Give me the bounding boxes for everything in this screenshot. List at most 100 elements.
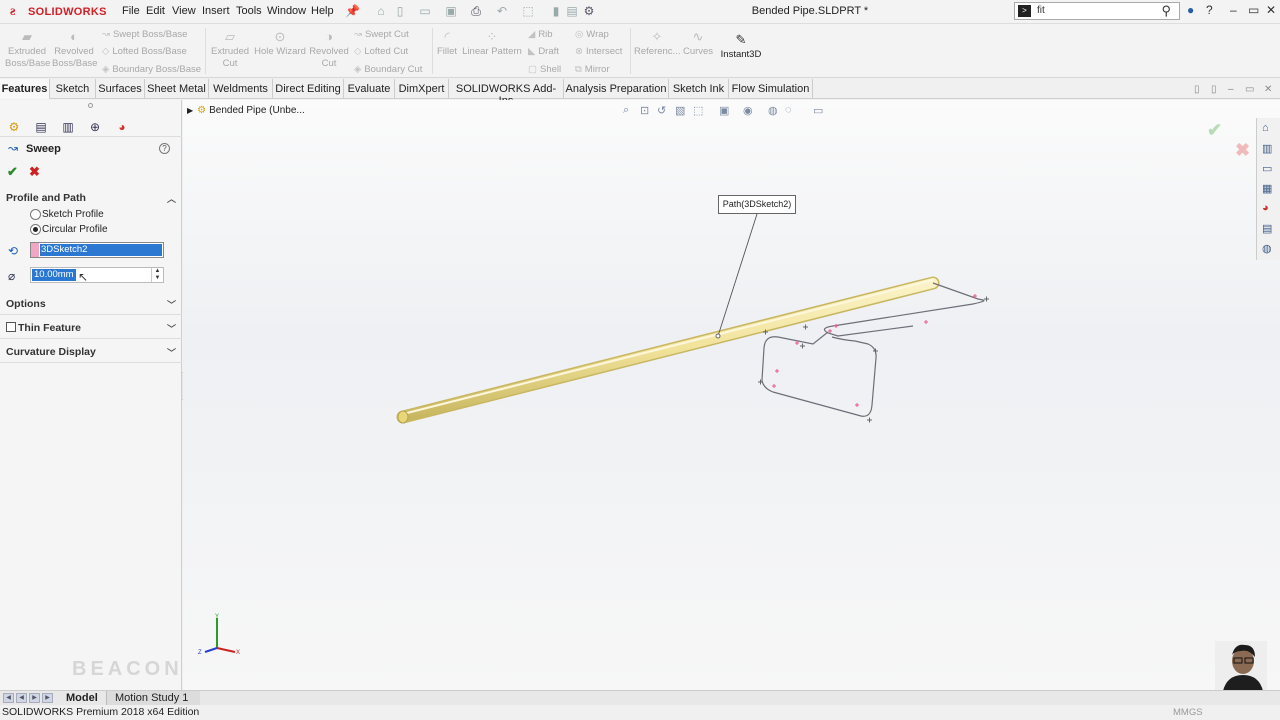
revolved-boss-button[interactable]: ◐ Revolved Boss/Base	[52, 30, 97, 70]
file-explorer-icon[interactable]: ▭	[1262, 162, 1272, 175]
sketch-path-3dsketch2[interactable]	[717, 213, 985, 417]
curvature-display-group-header[interactable]: Curvature Display ﹀	[6, 346, 176, 358]
menu-tools[interactable]: Tools	[236, 5, 262, 17]
extruded-cut-button[interactable]: ▱ Extruded Cut	[208, 30, 252, 70]
menu-file[interactable]: File	[122, 5, 140, 17]
view-palette-icon[interactable]: ▦	[1262, 182, 1272, 195]
tab-weldments[interactable]: Weldments	[209, 79, 273, 99]
prev-tab-nav-icon[interactable]: ◀	[16, 693, 27, 703]
save-icon[interactable]: ▣	[444, 4, 458, 18]
home-icon[interactable]: ⌂	[374, 4, 388, 18]
feature-manager-icon[interactable]: ⚙	[6, 119, 22, 135]
tab-model[interactable]: Model	[66, 691, 98, 706]
print-icon[interactable]: ⎙	[469, 4, 483, 18]
configuration-manager-icon[interactable]: ▥	[60, 119, 76, 135]
viewport-minimize-icon[interactable]: –	[1228, 84, 1234, 95]
file-props-icon[interactable]: ▤	[565, 4, 579, 18]
search-icon[interactable]: ⚲	[1161, 3, 1171, 19]
tab-sheet-metal[interactable]: Sheet Metal	[145, 79, 209, 99]
last-tab-nav-icon[interactable]: ▶	[42, 693, 53, 703]
revolved-cut-button[interactable]: ◑ Revolved Cut	[307, 30, 351, 70]
reference-geometry-button[interactable]: ✧ Referenc...	[634, 30, 680, 58]
graphics-area[interactable]: ▶ ⚙ Bended Pipe (Unbe... ⌕ ⊡ ↺ ▧ ⬚ ▣ ◉ ◍ ◌…	[183, 100, 1280, 690]
path-callout[interactable]: Path(3DSketch2)	[718, 195, 796, 214]
tab-direct-editing[interactable]: Direct Editing	[273, 79, 344, 99]
menu-view[interactable]: View	[172, 5, 196, 17]
tab-solidworks-addins[interactable]: SOLIDWORKS Add-Ins	[449, 79, 564, 107]
draft-button[interactable]: ◣ Draft	[528, 46, 559, 57]
search-box[interactable]: > fit ⚲	[1014, 2, 1180, 20]
help-icon[interactable]: ?	[159, 143, 170, 154]
next-tab-nav-icon[interactable]: ▶	[29, 693, 40, 703]
circular-profile-radio[interactable]	[30, 224, 41, 235]
help-icon[interactable]: ?	[1206, 3, 1213, 17]
tab-surfaces[interactable]: Surfaces	[96, 79, 145, 99]
minimize-icon[interactable]: –	[1230, 3, 1237, 17]
appearances-icon[interactable]: ◕	[1262, 202, 1269, 214]
restore-icon[interactable]: ▭	[1248, 3, 1259, 17]
property-manager-icon[interactable]: ▤	[33, 119, 49, 135]
display-manager-icon[interactable]: ◕	[114, 119, 130, 135]
undo-icon[interactable]: ↶	[495, 4, 509, 18]
profile-and-path-group-header[interactable]: Profile and Path ︿	[6, 192, 176, 204]
boundary-boss-button[interactable]: ◈ Boundary Boss/Base	[102, 64, 201, 75]
rib-button[interactable]: ◢ Rib	[528, 29, 553, 40]
new-icon[interactable]: ▯	[393, 4, 407, 18]
tab-flow-simulation[interactable]: Flow Simulation	[729, 79, 813, 99]
menu-help[interactable]: Help	[311, 5, 334, 17]
intersect-button[interactable]: ⊗ Intersect	[575, 46, 622, 57]
pin-icon[interactable]: 📌	[345, 4, 360, 18]
close-icon[interactable]: ✕	[1266, 3, 1276, 17]
ok-checkmark-button[interactable]: ✔	[7, 164, 18, 180]
swept-cut-button[interactable]: ↝ Swept Cut	[354, 29, 409, 40]
unit-system-status[interactable]: MMGS	[1173, 707, 1203, 718]
viewport-restore-icon[interactable]: ▭	[1245, 84, 1254, 95]
thin-feature-checkbox[interactable]	[6, 322, 16, 332]
options-group-header[interactable]: Options ﹀	[6, 298, 176, 310]
tab-sketch[interactable]: Sketch	[50, 79, 96, 99]
wrap-button[interactable]: ◎ Wrap	[575, 29, 609, 40]
hole-wizard-button[interactable]: ⊙ Hole Wizard	[254, 30, 306, 58]
solidworks-logo[interactable]: ƨ SOLIDWORKS	[6, 3, 106, 21]
tab-evaluate[interactable]: Evaluate	[344, 79, 395, 99]
solidworks-forum-icon[interactable]: ◍	[1262, 242, 1272, 255]
boundary-cut-button[interactable]: ◈ Boundary Cut	[354, 64, 422, 75]
path-selection-field[interactable]: 3DSketch2	[30, 242, 164, 258]
rebuild-icon[interactable]: ▮	[549, 4, 563, 18]
menu-edit[interactable]: Edit	[146, 5, 165, 17]
sketch-profile-radio[interactable]	[30, 209, 41, 220]
viewport-close-icon[interactable]: ✕	[1264, 84, 1272, 95]
fillet-button[interactable]: ◜ Fillet	[433, 30, 461, 58]
select-icon[interactable]: ⬚	[521, 4, 535, 18]
diameter-spinner[interactable]: ▲ ▼	[151, 268, 163, 282]
menu-insert[interactable]: Insert	[202, 5, 230, 17]
tab-sketch-ink[interactable]: Sketch Ink	[669, 79, 729, 99]
tab-features[interactable]: Features	[0, 79, 50, 99]
dimxpert-manager-icon[interactable]: ⊕	[87, 119, 103, 135]
viewport-tile-icon[interactable]: ▯	[1194, 84, 1200, 95]
tab-dimxpert[interactable]: DimXpert	[395, 79, 449, 99]
swept-boss-button[interactable]: ↝ Swept Boss/Base	[102, 29, 187, 40]
viewport-split-icon[interactable]: ▯	[1211, 84, 1217, 95]
shell-button[interactable]: ▢ Shell	[528, 64, 561, 75]
lofted-cut-button[interactable]: ◇ Lofted Cut	[354, 46, 408, 57]
linear-pattern-button[interactable]: ⁘ Linear Pattern	[461, 30, 523, 58]
cancel-x-button[interactable]: ✖	[29, 164, 40, 180]
tab-analysis-preparation[interactable]: Analysis Preparation	[564, 79, 669, 99]
menu-window[interactable]: Window	[267, 5, 306, 17]
design-library-icon[interactable]: ▥	[1262, 142, 1272, 155]
mirror-button[interactable]: ⧉ Mirror	[575, 64, 610, 75]
tab-motion-study-1[interactable]: Motion Study 1	[106, 691, 200, 706]
thin-feature-group-header[interactable]: Thin Feature ﹀	[18, 322, 176, 334]
custom-properties-icon[interactable]: ▤	[1262, 222, 1272, 235]
open-icon[interactable]: ▭	[418, 4, 432, 18]
user-icon[interactable]: ●	[1187, 3, 1194, 17]
first-tab-nav-icon[interactable]: ◀	[3, 693, 14, 703]
diameter-input[interactable]: 10.00mm ▲ ▼	[30, 267, 164, 283]
swept-pipe-preview[interactable]	[396, 276, 940, 424]
resources-home-icon[interactable]: ⌂	[1262, 122, 1269, 134]
instant3d-button[interactable]: ✎ Instant3D	[718, 32, 764, 60]
extruded-boss-button[interactable]: ▰ Extruded Boss/Base	[5, 30, 50, 70]
panel-splitter-handle[interactable]	[88, 103, 93, 108]
curves-button[interactable]: ∿ Curves	[681, 30, 715, 58]
